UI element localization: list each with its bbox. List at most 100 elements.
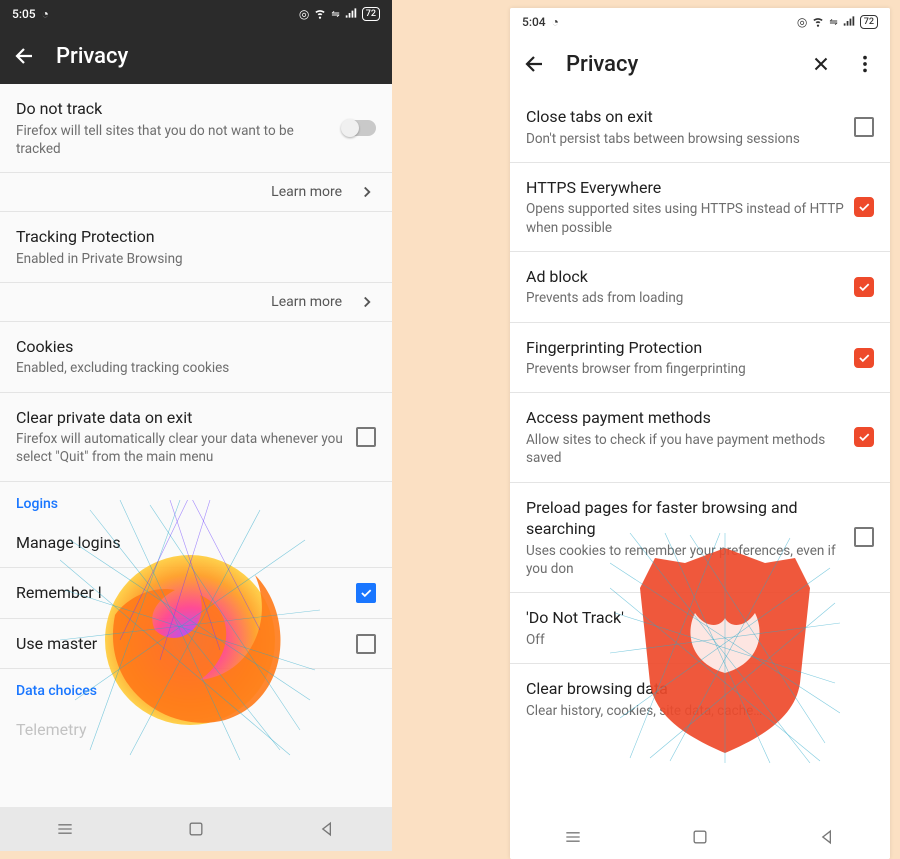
chevron-right-icon bbox=[358, 183, 376, 201]
row-title: Cookies bbox=[16, 336, 376, 358]
chevron-right-icon bbox=[358, 293, 376, 311]
row-title: Do not track bbox=[16, 98, 332, 120]
checkbox-checked[interactable] bbox=[854, 427, 874, 447]
nav-recent-icon[interactable] bbox=[563, 827, 583, 847]
firefox-screen: 5:05 ◔ ◎ ⇋ 72 Privacy Do not track Firef… bbox=[0, 0, 392, 851]
row-title: Clear private data on exit bbox=[16, 407, 346, 429]
row-subtitle: Opens supported sites using HTTPS instea… bbox=[526, 200, 844, 236]
checkbox-checked[interactable] bbox=[854, 277, 874, 297]
battery-icon: 72 bbox=[860, 15, 878, 29]
settings-list[interactable]: Close tabs on exit Don't persist tabs be… bbox=[510, 92, 890, 815]
row-subtitle: Firefox will tell sites that you do not … bbox=[16, 122, 332, 158]
row-title: Preload pages for faster browsing and se… bbox=[526, 497, 844, 540]
page-title: Privacy bbox=[56, 44, 380, 69]
row-title: Access payment methods bbox=[526, 407, 844, 429]
nav-back-icon[interactable] bbox=[817, 827, 837, 847]
row-payment-methods[interactable]: Access payment methods Allow sites to ch… bbox=[510, 393, 890, 482]
learn-more-label: Learn more bbox=[271, 294, 342, 310]
row-ad-block[interactable]: Ad block Prevents ads from loading bbox=[510, 252, 890, 323]
wifi-icon bbox=[313, 6, 327, 23]
page-title: Privacy bbox=[566, 52, 790, 77]
back-icon[interactable] bbox=[12, 43, 38, 69]
vibrate-icon: ◎ bbox=[797, 15, 807, 29]
status-time: 5:04 bbox=[522, 15, 546, 29]
row-title: Manage logins bbox=[16, 532, 376, 554]
row-learn-more[interactable]: Learn more bbox=[0, 283, 392, 322]
nav-bar bbox=[510, 815, 890, 859]
row-tracking-protection[interactable]: Tracking Protection Enabled in Private B… bbox=[0, 212, 392, 283]
row-remember-logins[interactable]: Remember l bbox=[0, 568, 392, 619]
volte-icon: ⇋ bbox=[829, 17, 837, 28]
status-bar: 5:04 ◔ ◎ ⇋ 72 bbox=[510, 8, 890, 36]
row-fingerprinting[interactable]: Fingerprinting Protection Prevents brows… bbox=[510, 323, 890, 394]
row-learn-more[interactable]: Learn more bbox=[0, 173, 392, 212]
row-do-not-track[interactable]: 'Do Not Track' Off bbox=[510, 593, 890, 664]
status-time: 5:05 bbox=[12, 7, 36, 21]
row-clear-on-exit[interactable]: Clear private data on exit Firefox will … bbox=[0, 393, 392, 482]
settings-list[interactable]: Do not track Firefox will tell sites tha… bbox=[0, 84, 392, 807]
section-data-choices: Data choices bbox=[0, 669, 392, 705]
row-title: Close tabs on exit bbox=[526, 106, 844, 128]
row-telemetry[interactable]: Telemetry bbox=[0, 705, 392, 755]
vibrate-icon: ◎ bbox=[299, 7, 309, 21]
row-subtitle: Enabled in Private Browsing bbox=[16, 250, 376, 268]
row-subtitle: Firefox will automatically clear your da… bbox=[16, 430, 346, 466]
row-cookies[interactable]: Cookies Enabled, excluding tracking cook… bbox=[0, 322, 392, 393]
row-title: HTTPS Everywhere bbox=[526, 177, 844, 199]
nav-home-icon[interactable] bbox=[690, 827, 710, 847]
brave-screen: 5:04 ◔ ◎ ⇋ 72 Privacy Clos bbox=[510, 8, 890, 859]
row-title: 'Do Not Track' bbox=[526, 607, 874, 629]
row-subtitle: Prevents ads from loading bbox=[526, 289, 844, 307]
status-app-icon: ◔ bbox=[552, 15, 559, 29]
row-subtitle: Enabled, excluding tracking cookies bbox=[16, 359, 376, 377]
close-icon[interactable] bbox=[808, 51, 834, 77]
row-title: Use master bbox=[16, 633, 346, 655]
row-subtitle: Don't persist tabs between browsing sess… bbox=[526, 130, 844, 148]
row-title: Clear browsing data bbox=[526, 678, 874, 700]
checkbox[interactable] bbox=[356, 634, 376, 654]
checkbox[interactable] bbox=[854, 527, 874, 547]
row-manage-logins[interactable]: Manage logins bbox=[0, 518, 392, 569]
battery-icon: 72 bbox=[362, 7, 380, 21]
signal-icon bbox=[344, 6, 358, 23]
header: Privacy bbox=[0, 28, 392, 84]
row-master-password[interactable]: Use master bbox=[0, 619, 392, 670]
row-title: Fingerprinting Protection bbox=[526, 337, 844, 359]
row-preload-pages[interactable]: Preload pages for faster browsing and se… bbox=[510, 483, 890, 594]
checkbox-checked[interactable] bbox=[854, 197, 874, 217]
row-subtitle: Off bbox=[526, 631, 874, 649]
status-icons: ◎ ⇋ 72 bbox=[797, 14, 878, 31]
checkbox[interactable] bbox=[854, 117, 874, 137]
row-do-not-track[interactable]: Do not track Firefox will tell sites tha… bbox=[0, 84, 392, 173]
row-subtitle: Allow sites to check if you have payment… bbox=[526, 431, 844, 467]
row-subtitle: Prevents browser from fingerprinting bbox=[526, 360, 844, 378]
header: Privacy bbox=[510, 36, 890, 92]
row-title: Telemetry bbox=[16, 719, 376, 741]
status-bar: 5:05 ◔ ◎ ⇋ 72 bbox=[0, 0, 392, 28]
row-title: Remember l bbox=[16, 582, 346, 604]
volte-icon: ⇋ bbox=[331, 9, 339, 20]
back-icon[interactable] bbox=[522, 51, 548, 77]
row-close-tabs[interactable]: Close tabs on exit Don't persist tabs be… bbox=[510, 92, 890, 163]
row-title: Tracking Protection bbox=[16, 226, 376, 248]
status-icons: ◎ ⇋ 72 bbox=[299, 6, 380, 23]
nav-recent-icon[interactable] bbox=[55, 819, 75, 839]
nav-back-icon[interactable] bbox=[317, 819, 337, 839]
row-subtitle: Uses cookies to remember your preference… bbox=[526, 542, 844, 578]
row-subtitle: Clear history, cookies, site data, cache… bbox=[526, 702, 874, 720]
toggle-switch[interactable] bbox=[342, 120, 376, 136]
row-clear-browsing-data[interactable]: Clear browsing data Clear history, cooki… bbox=[510, 664, 890, 734]
checkbox[interactable] bbox=[356, 427, 376, 447]
signal-icon bbox=[842, 14, 856, 31]
status-app-icon: ◔ bbox=[42, 7, 49, 21]
checkbox-checked[interactable] bbox=[854, 348, 874, 368]
learn-more-label: Learn more bbox=[271, 184, 342, 200]
checkbox-checked[interactable] bbox=[356, 583, 376, 603]
row-https-everywhere[interactable]: HTTPS Everywhere Opens supported sites u… bbox=[510, 163, 890, 252]
nav-bar bbox=[0, 807, 392, 851]
more-icon[interactable] bbox=[852, 51, 878, 77]
section-logins: Logins bbox=[0, 482, 392, 518]
nav-home-icon[interactable] bbox=[186, 819, 206, 839]
row-title: Ad block bbox=[526, 266, 844, 288]
wifi-icon bbox=[811, 14, 825, 31]
